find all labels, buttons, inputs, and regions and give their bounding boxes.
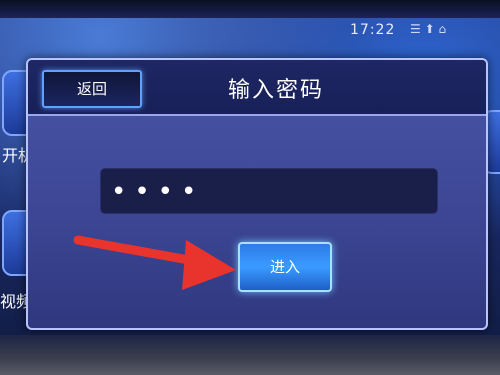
password-input[interactable]: ••••	[100, 168, 438, 214]
back-button[interactable]: 返回	[42, 70, 142, 108]
dialog-title: 输入密码	[228, 78, 325, 103]
password-dialog: 返回 输入密码 •••• 进入	[26, 58, 488, 330]
enter-button[interactable]: 进入	[238, 242, 332, 292]
device-bezel-top	[0, 0, 500, 18]
dialog-header: 返回 输入密码	[28, 60, 486, 116]
status-time: 17:22	[350, 22, 396, 38]
status-icons: ☰ ⬆ ⌂	[410, 22, 447, 36]
device-bezel-bottom	[0, 335, 500, 375]
